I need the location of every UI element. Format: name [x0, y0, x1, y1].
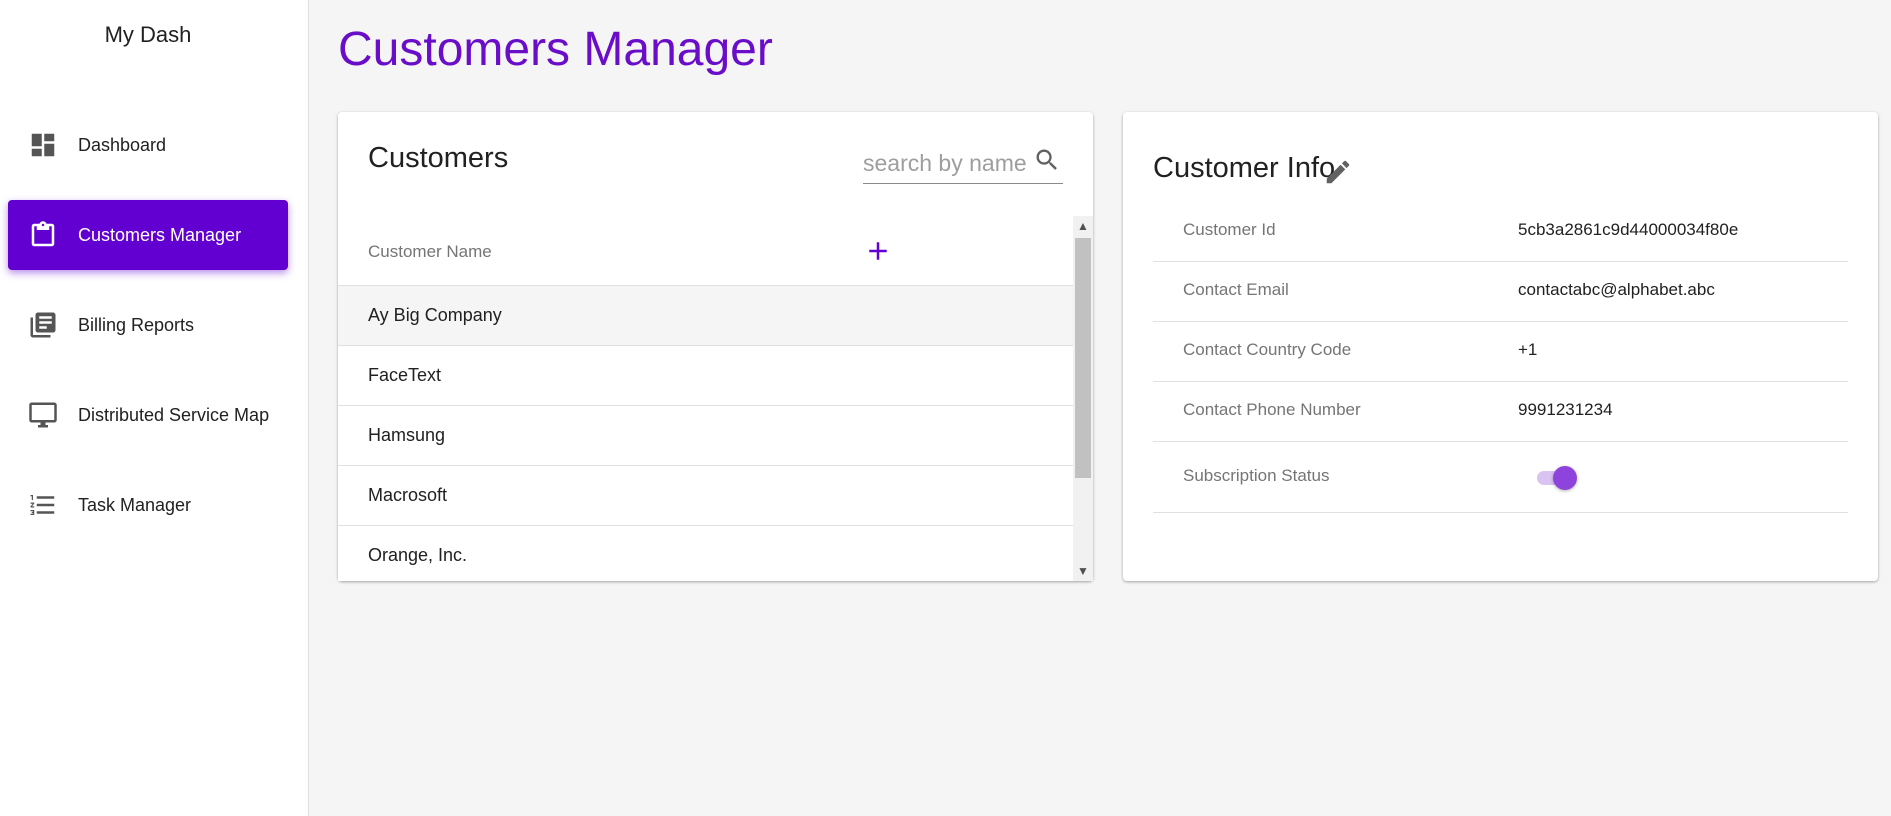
search-box	[863, 142, 1063, 184]
customers-list: Customer Name Ay Big Company FaceText Ha…	[338, 216, 1093, 581]
scroll-thumb[interactable]	[1075, 238, 1091, 478]
info-row-customer-id: Customer Id 5cb3a2861c9d44000034f80e	[1153, 202, 1848, 262]
sidebar-item-customers-manager[interactable]: Customers Manager	[8, 200, 288, 270]
sidebar-item-distributed-service-map[interactable]: Distributed Service Map	[8, 380, 288, 450]
add-customer-button[interactable]	[863, 236, 893, 266]
search-input[interactable]	[863, 148, 1033, 178]
toggle-thumb	[1553, 466, 1577, 490]
info-label: Contact Email	[1183, 280, 1289, 299]
clipboard-icon	[28, 220, 58, 250]
sidebar-item-label: Distributed Service Map	[78, 404, 270, 425]
library-books-icon	[28, 310, 58, 340]
subscription-toggle[interactable]	[1535, 466, 1579, 490]
sidebar-item-label: Customers Manager	[78, 224, 242, 245]
info-value: 9991231234	[1518, 400, 1613, 419]
info-label: Customer Id	[1183, 220, 1276, 239]
info-value: contactabc@alphabet.abc	[1518, 280, 1715, 299]
pencil-icon[interactable]	[1323, 157, 1353, 187]
info-label: Contact Phone Number	[1183, 400, 1361, 419]
sidebar: My Dash Dashboard Customers Manager Bill…	[0, 0, 309, 816]
info-row-contact-country-code: Contact Country Code +1	[1153, 322, 1848, 382]
sidebar-item-task-manager[interactable]: Task Manager	[8, 470, 288, 540]
sidebar-item-billing-reports[interactable]: Billing Reports	[8, 290, 288, 360]
info-row-contact-phone-number: Contact Phone Number 9991231234	[1153, 382, 1848, 442]
customer-row[interactable]: Macrosoft	[338, 466, 1073, 526]
customer-row[interactable]: Orange, Inc.	[338, 526, 1073, 581]
info-row-contact-email: Contact Email contactabc@alphabet.abc	[1153, 262, 1848, 322]
page-title: Customers Manager	[338, 23, 773, 76]
monitor-icon	[28, 400, 58, 430]
customers-card: Customers Customer Name Ay Big Company F…	[338, 112, 1093, 581]
customer-row[interactable]: Ay Big Company	[338, 286, 1073, 346]
info-row-subscription-status: Subscription Status	[1153, 442, 1848, 513]
list-icon	[28, 490, 58, 520]
sidebar-item-label: Billing Reports	[78, 314, 195, 335]
info-label: Contact Country Code	[1183, 340, 1352, 359]
sidebar-item-label: Task Manager	[78, 494, 192, 515]
customers-card-title: Customers	[368, 142, 509, 174]
customer-row[interactable]: Hamsung	[338, 406, 1073, 466]
dashboard-icon	[28, 130, 58, 160]
column-header-customer-name: Customer Name	[368, 242, 492, 261]
info-value: 5cb3a2861c9d44000034f80e	[1518, 220, 1739, 239]
customer-info-card: Customer Info Customer Id 5cb3a2861c9d44…	[1123, 112, 1878, 581]
list-header: Customer Name	[338, 216, 1073, 286]
customer-rows: Ay Big Company FaceText Hamsung Macrosof…	[338, 286, 1073, 581]
search-icon[interactable]	[1033, 146, 1061, 174]
info-label: Subscription Status	[1183, 466, 1330, 485]
scroll-up-arrow-icon[interactable]: ▲	[1073, 216, 1093, 236]
sidebar-item-dashboard[interactable]: Dashboard	[8, 110, 288, 180]
info-value: +1	[1518, 340, 1538, 359]
customer-row[interactable]: FaceText	[338, 346, 1073, 406]
plus-icon	[869, 242, 887, 260]
customer-info-title: Customer Info	[1153, 152, 1336, 184]
list-scrollbar[interactable]: ▲ ▼	[1073, 216, 1093, 581]
brand-title: My Dash	[104, 22, 192, 47]
customer-info-table: Customer Id 5cb3a2861c9d44000034f80e Con…	[1153, 202, 1848, 513]
sidebar-item-label: Dashboard	[78, 134, 167, 155]
scroll-down-arrow-icon[interactable]: ▼	[1073, 561, 1093, 581]
